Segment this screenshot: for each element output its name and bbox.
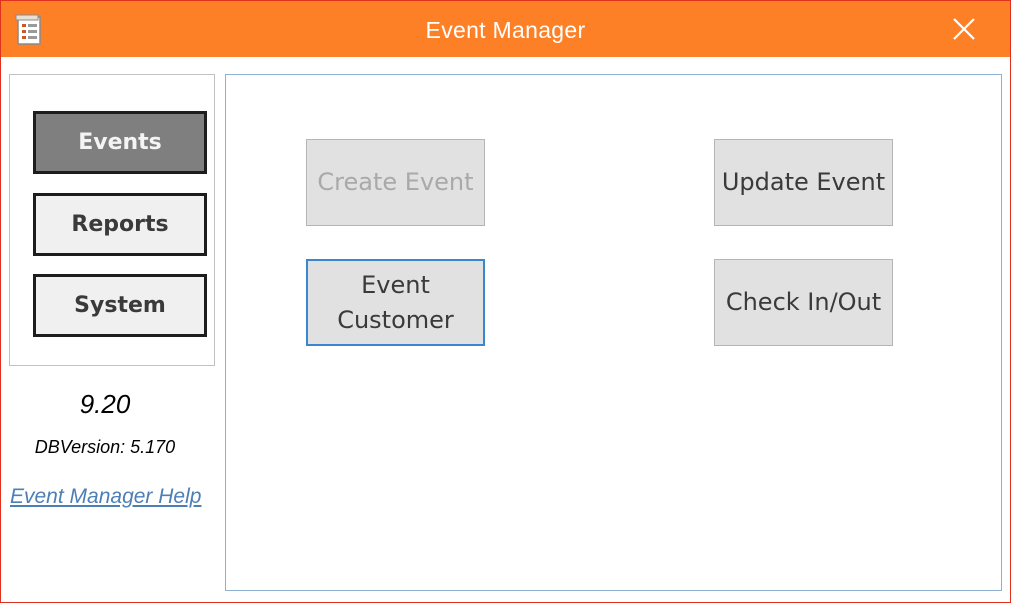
event-manager-window: Event Manager Events Reports System 9.20… — [0, 0, 1011, 603]
check-in-out-label: Check In/Out — [725, 288, 882, 316]
close-icon[interactable] — [950, 15, 978, 43]
event-customer-label: Event Customer — [337, 270, 454, 334]
reports-nav-label: Reports — [71, 212, 169, 237]
event-customer-button[interactable]: Event Customer — [306, 259, 485, 346]
create-event-button[interactable]: Create Event — [306, 139, 485, 226]
update-event-button[interactable]: Update Event — [714, 139, 893, 226]
create-event-label: Create Event — [317, 168, 474, 196]
help-link[interactable]: Event Manager Help — [10, 485, 201, 509]
navigation-panel: Events Reports System — [9, 74, 215, 366]
title-bar: Event Manager — [1, 1, 1010, 57]
events-nav-button[interactable]: Events — [33, 111, 207, 174]
system-nav-label: System — [74, 293, 166, 318]
update-event-label: Update Event — [721, 168, 886, 196]
events-panel: Create Event Update Event Event Customer… — [225, 74, 1002, 591]
window-title: Event Manager — [425, 17, 586, 43]
events-nav-label: Events — [78, 130, 162, 155]
app-version: 9.20 — [79, 389, 131, 419]
check-in-out-button[interactable]: Check In/Out — [714, 259, 893, 346]
reports-nav-button[interactable]: Reports — [33, 193, 207, 256]
system-nav-button[interactable]: System — [33, 274, 207, 337]
db-version: DBVersion: 5.170 — [34, 437, 176, 457]
